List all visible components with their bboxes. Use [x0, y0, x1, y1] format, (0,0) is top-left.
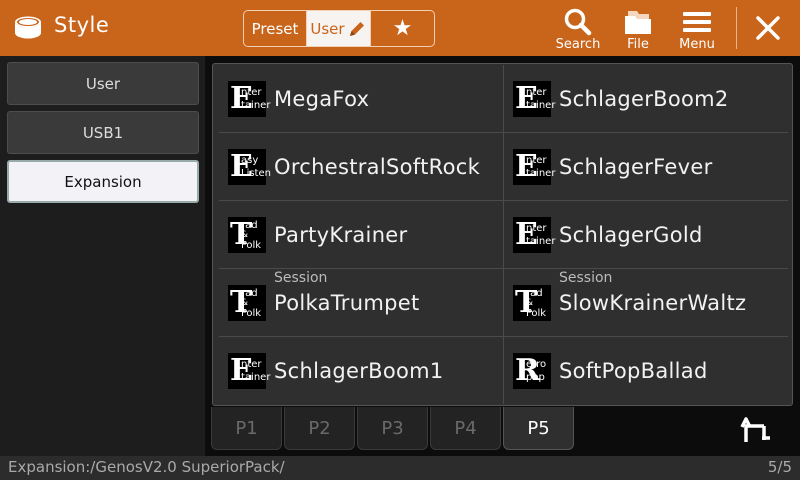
- sidebar-item-usb1[interactable]: USB1: [7, 111, 199, 154]
- page-tab-p4[interactable]: P4: [430, 407, 501, 450]
- pencil-icon: [349, 21, 364, 36]
- style-name: OrchestralSoftRock: [274, 154, 481, 179]
- file-button[interactable]: File: [608, 6, 668, 54]
- style-name: SoftPopBallad: [559, 358, 708, 383]
- tab-preset[interactable]: Preset: [244, 11, 307, 46]
- entertainer-category-icon: Enter tainer: [513, 148, 556, 185]
- menu-button[interactable]: Menu: [667, 6, 727, 54]
- entertainer-category-icon: Enter tainer: [513, 216, 556, 253]
- page-tab-p3[interactable]: P3: [357, 407, 428, 450]
- header-divider: [736, 7, 737, 49]
- style-item-megafox[interactable]: Enter tainer MegaFox: [219, 65, 503, 132]
- search-button[interactable]: Search: [548, 6, 608, 54]
- menu-icon: [683, 12, 711, 32]
- tab-favorites[interactable]: ★: [371, 11, 434, 46]
- entertainer-category-icon: Enter tainer: [228, 352, 271, 389]
- style-item-schlagerfever[interactable]: Enter tainer SchlagerFever: [503, 133, 787, 200]
- close-icon[interactable]: [748, 8, 788, 48]
- style-item-polkatrumpet[interactable]: Trad & Folk Session PolkaTrumpet: [219, 269, 503, 336]
- search-icon: [564, 8, 592, 36]
- style-subtype: Session: [274, 269, 328, 286]
- tab-user-label: User: [310, 19, 345, 38]
- style-name: SchlagerBoom2: [559, 86, 729, 111]
- title-bar: Style Preset User ★ Search File Menu: [0, 0, 800, 56]
- trad-folk-category-icon: Trad & Folk: [228, 216, 266, 253]
- location-sidebar: User USB1 Expansion: [0, 56, 205, 456]
- page-title: Style: [54, 13, 110, 37]
- style-item-softpopballad[interactable]: Retro pop SoftPopBallad: [503, 337, 787, 404]
- style-list-panel: Enter tainer MegaFox Enter tainer Schlager…: [212, 63, 793, 406]
- up-folder-icon[interactable]: [736, 410, 776, 448]
- status-bar: Expansion:/GenosV2.0 SuperiorPack/ 5/5: [0, 456, 800, 480]
- star-icon: ★: [392, 16, 413, 41]
- style-name: SchlagerGold: [559, 222, 703, 247]
- easy-listening-category-icon: Easy Listen: [228, 148, 271, 185]
- page-indicator: 5/5: [767, 458, 792, 476]
- entertainer-category-icon: Enter tainer: [228, 80, 271, 117]
- style-item-schlagergold[interactable]: Enter tainer SchlagerGold: [503, 201, 787, 268]
- entertainer-category-icon: Enter tainer: [513, 80, 556, 117]
- style-name: MegaFox: [274, 86, 370, 111]
- style-window: Style Preset User ★ Search File Menu Use…: [0, 0, 800, 480]
- style-item-slowkrainerwaltz[interactable]: Trad & Folk Session SlowKrainerWaltz: [503, 269, 787, 336]
- page-tab-p5[interactable]: P5: [503, 407, 574, 450]
- style-item-partykrainer[interactable]: Trad & Folk PartyKrainer: [219, 201, 503, 268]
- tab-user[interactable]: User: [307, 11, 371, 46]
- sidebar-item-user[interactable]: User: [7, 62, 199, 105]
- retro-pop-category-icon: Retro pop: [513, 352, 551, 389]
- page-tab-p2[interactable]: P2: [284, 407, 355, 450]
- style-subtype: Session: [559, 269, 613, 286]
- bank-selector: Preset User ★: [243, 10, 435, 47]
- folder-icon: [625, 11, 651, 34]
- style-item-schlagerboom1[interactable]: Enter tainer SchlagerBoom1: [219, 337, 503, 404]
- style-item-orchestralsoftrock[interactable]: Easy Listen OrchestralSoftRock: [219, 133, 503, 200]
- style-name: SchlagerBoom1: [274, 358, 444, 383]
- style-name: PolkaTrumpet: [274, 290, 420, 315]
- current-path: Expansion:/GenosV2.0 SuperiorPack/: [8, 458, 285, 476]
- style-name: SlowKrainerWaltz: [559, 290, 747, 315]
- file-label: File: [627, 37, 649, 52]
- sidebar-item-expansion[interactable]: Expansion: [7, 160, 199, 203]
- page-tab-p1[interactable]: P1: [211, 407, 282, 450]
- trad-folk-category-icon: Trad & Folk: [513, 284, 551, 321]
- drum-icon: [15, 16, 41, 39]
- search-label: Search: [555, 37, 601, 52]
- style-item-schlagerboom2[interactable]: Enter tainer SchlagerBoom2: [503, 65, 787, 132]
- style-name: SchlagerFever: [559, 154, 713, 179]
- trad-folk-category-icon: Trad & Folk: [228, 284, 266, 321]
- style-name: PartyKrainer: [274, 222, 408, 247]
- menu-label: Menu: [679, 37, 715, 52]
